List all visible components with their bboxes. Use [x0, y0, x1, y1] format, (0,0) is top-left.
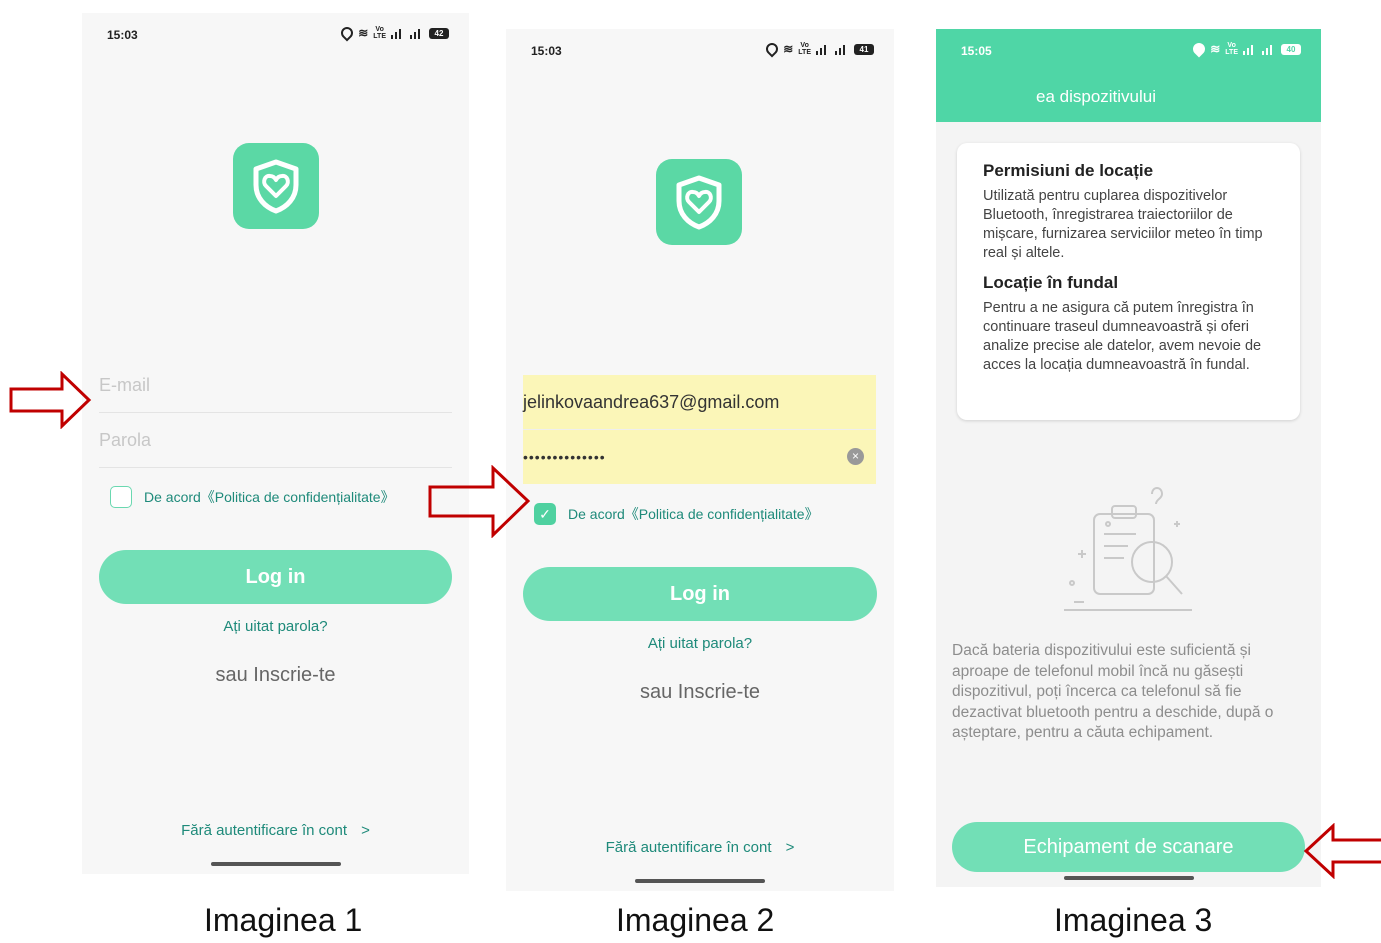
- header-bar: 15:05 ≋ Vo LTE 40 ea dispozitivului: [936, 29, 1321, 122]
- clear-icon[interactable]: ×: [847, 448, 864, 465]
- signal-icon: [816, 44, 830, 55]
- chevron-right-icon: >: [785, 839, 795, 856]
- volte-icon: Vo LTE: [798, 42, 811, 56]
- login-button[interactable]: Log in: [523, 567, 877, 621]
- wifi-icon: ≋: [358, 26, 369, 40]
- phone-screen-2: 15:03 ≋ Vo LTE 41 jelinkovaandrea637@gmai…: [506, 29, 894, 891]
- hint-text: Dacă bateria dispozitivului este suficie…: [952, 642, 1274, 741]
- location-icon: [763, 40, 781, 58]
- email-field[interactable]: E-mail: [99, 358, 452, 413]
- signal-icon: [1262, 44, 1276, 55]
- caption-2: Imaginea 2: [616, 902, 775, 938]
- agree-checkbox[interactable]: [110, 486, 132, 508]
- arrow-right-icon: [428, 465, 531, 538]
- card-heading-background: Locație în fundal: [983, 273, 1119, 292]
- password-field[interactable]: •••••••••••••• ×: [523, 429, 876, 484]
- card-text-location: Utilizată pentru cuplarea dispozitivelor…: [983, 188, 1263, 261]
- card-heading-location: Permisiuni de locație: [983, 161, 1154, 180]
- scan-equipment-button[interactable]: Echipament de scanare: [952, 822, 1305, 872]
- signal-icon: [1243, 44, 1257, 55]
- agree-label[interactable]: De acord《Politica de confidențialitate》: [568, 504, 819, 524]
- app-logo: [233, 143, 319, 229]
- no-auth-link[interactable]: Fără autentificare în cont >: [82, 822, 469, 839]
- phone-screen-3: 15:05 ≋ Vo LTE 40 ea dispozitivului Permi…: [936, 29, 1321, 887]
- no-auth-link[interactable]: Fără autentificare în cont >: [506, 839, 894, 856]
- status-time: 15:03: [531, 44, 562, 58]
- status-bar: 15:03 ≋ Vo LTE 42: [82, 13, 469, 57]
- agree-checkbox[interactable]: ✓: [534, 503, 556, 525]
- search-document-illustration: [1064, 487, 1192, 611]
- home-indicator[interactable]: [1063, 876, 1194, 880]
- wifi-icon: ≋: [1210, 42, 1221, 56]
- battery-icon: 40: [1281, 43, 1301, 55]
- forgot-password-link[interactable]: Ați uitat parola?: [506, 635, 894, 652]
- signal-icon: [391, 28, 405, 39]
- agree-row[interactable]: De acord《Politica de confidențialitate》: [110, 486, 395, 508]
- page-title: ea dispozitivului: [1036, 87, 1157, 106]
- home-indicator[interactable]: [210, 862, 341, 866]
- signup-link[interactable]: sau Inscrie-te: [506, 681, 894, 704]
- wifi-icon: ≋: [783, 42, 794, 56]
- card-text-background: Pentru a ne asigura că putem înregistra …: [983, 300, 1262, 373]
- signal-icon: [835, 44, 849, 55]
- no-auth-label[interactable]: Fără autentificare în cont: [181, 822, 347, 839]
- permission-card: Permisiuni de locație Utilizată pentru c…: [957, 143, 1300, 420]
- password-field[interactable]: Parola: [99, 413, 452, 468]
- arrow-left-icon: [1303, 823, 1381, 879]
- agree-label[interactable]: De acord《Politica de confidențialitate》: [144, 487, 395, 507]
- location-icon: [1190, 40, 1208, 58]
- phone-screen-1: 15:03 ≋ Vo LTE 42 E-mail Parola De acord《…: [82, 13, 469, 874]
- status-bar: 15:03 ≋ Vo LTE 41: [506, 29, 894, 73]
- status-time: 15:05: [961, 44, 992, 58]
- location-icon: [338, 24, 356, 42]
- volte-icon: Vo LTE: [373, 26, 386, 40]
- shield-heart-icon: [253, 159, 299, 214]
- battery-icon: 42: [429, 27, 449, 39]
- arrow-right-icon: [9, 371, 92, 429]
- home-indicator[interactable]: [635, 879, 765, 883]
- status-bar: 15:05 ≋ Vo LTE 40: [936, 29, 1321, 73]
- battery-icon: 41: [854, 43, 874, 55]
- chevron-right-icon: >: [361, 822, 370, 839]
- app-logo: [656, 159, 742, 245]
- status-time: 15:03: [107, 28, 138, 42]
- caption-1: Imaginea 1: [204, 902, 363, 938]
- agree-row[interactable]: ✓ De acord《Politica de confidențialitate…: [534, 503, 819, 525]
- volte-icon: Vo LTE: [1225, 42, 1238, 56]
- signal-icon: [410, 28, 424, 39]
- caption-3: Imaginea 3: [1054, 902, 1213, 938]
- password-value: ••••••••••••••: [523, 449, 606, 465]
- forgot-password-link[interactable]: Ați uitat parola?: [82, 618, 469, 635]
- no-auth-label[interactable]: Fără autentificare în cont: [606, 839, 772, 856]
- email-field[interactable]: jelinkovaandrea637@gmail.com: [523, 375, 876, 429]
- shield-heart-icon: [676, 175, 722, 230]
- login-button[interactable]: Log in: [99, 550, 452, 604]
- signup-link[interactable]: sau Inscrie-te: [82, 664, 469, 687]
